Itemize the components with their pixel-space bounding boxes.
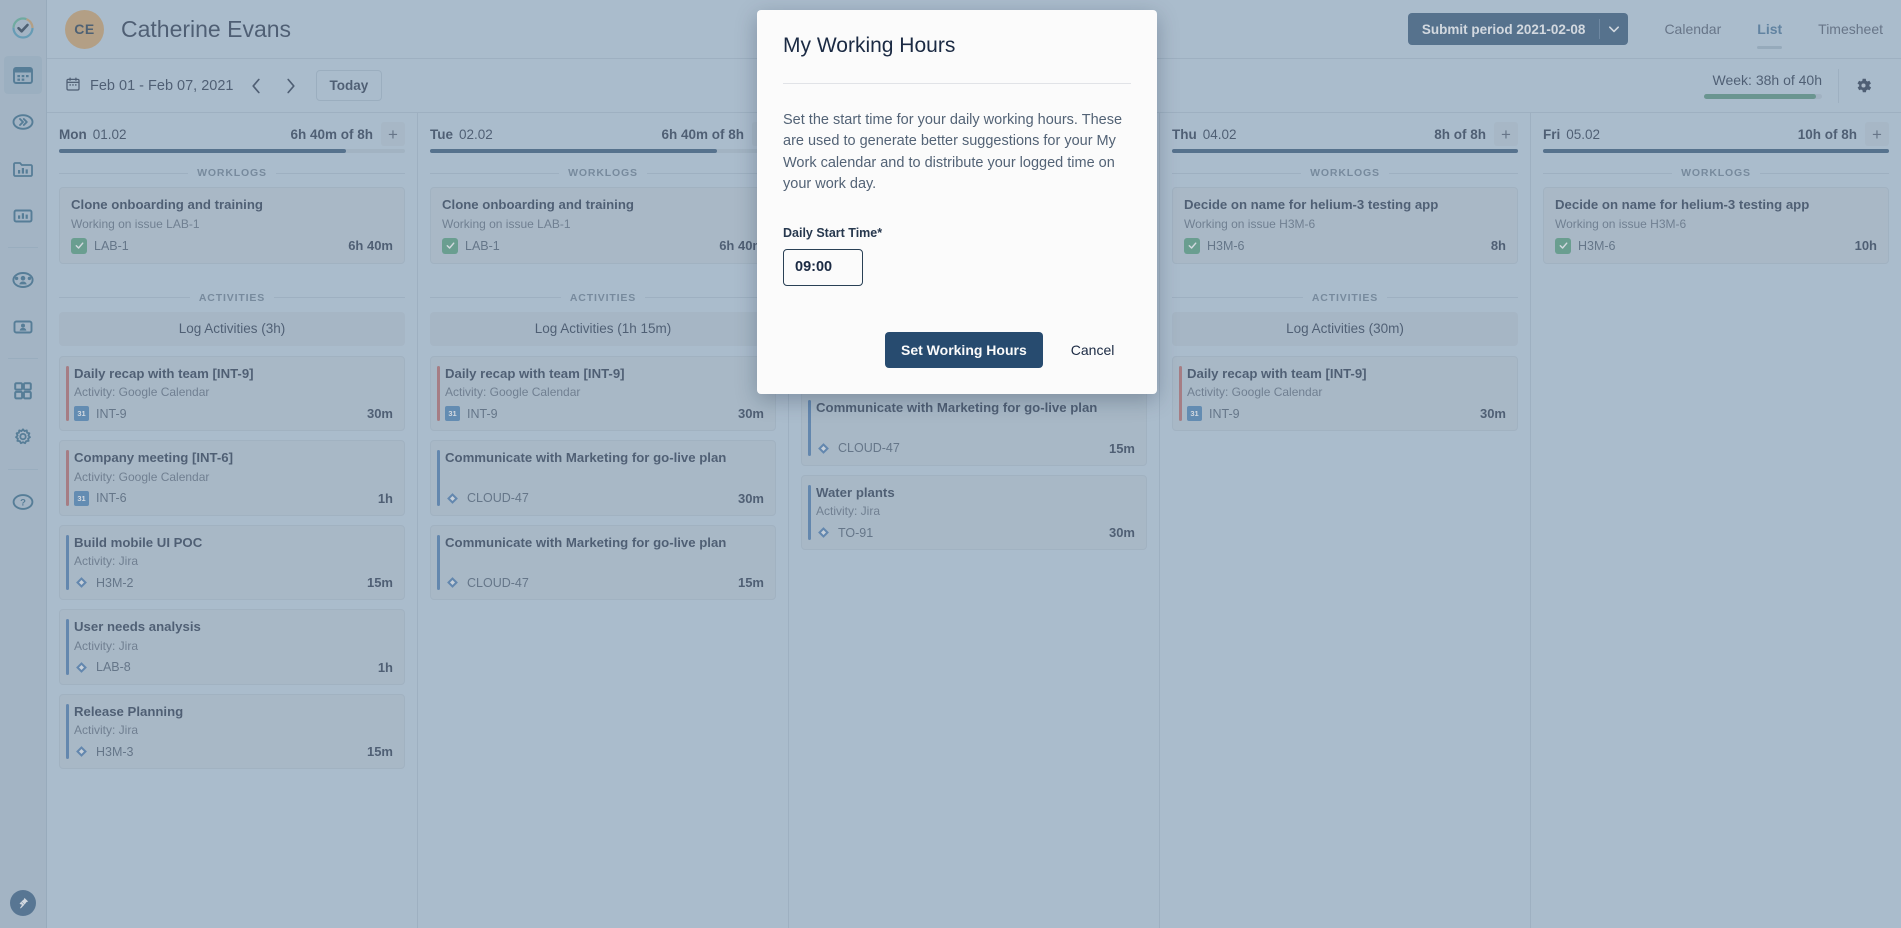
working-hours-dialog: My Working Hours Set the start time for … xyxy=(757,10,1157,394)
dialog-title: My Working Hours xyxy=(783,34,956,57)
cancel-button[interactable]: Cancel xyxy=(1065,342,1121,358)
daily-start-time-label: Daily Start Time* xyxy=(783,225,883,240)
daily-start-time-input[interactable] xyxy=(783,248,863,286)
dialog-description: Set the start time for your daily workin… xyxy=(783,112,1123,193)
set-working-hours-button[interactable]: Set Working Hours xyxy=(885,331,1043,368)
dialog-actions: Set Working Hours Cancel xyxy=(783,331,1131,368)
dialog-divider xyxy=(783,83,1131,84)
